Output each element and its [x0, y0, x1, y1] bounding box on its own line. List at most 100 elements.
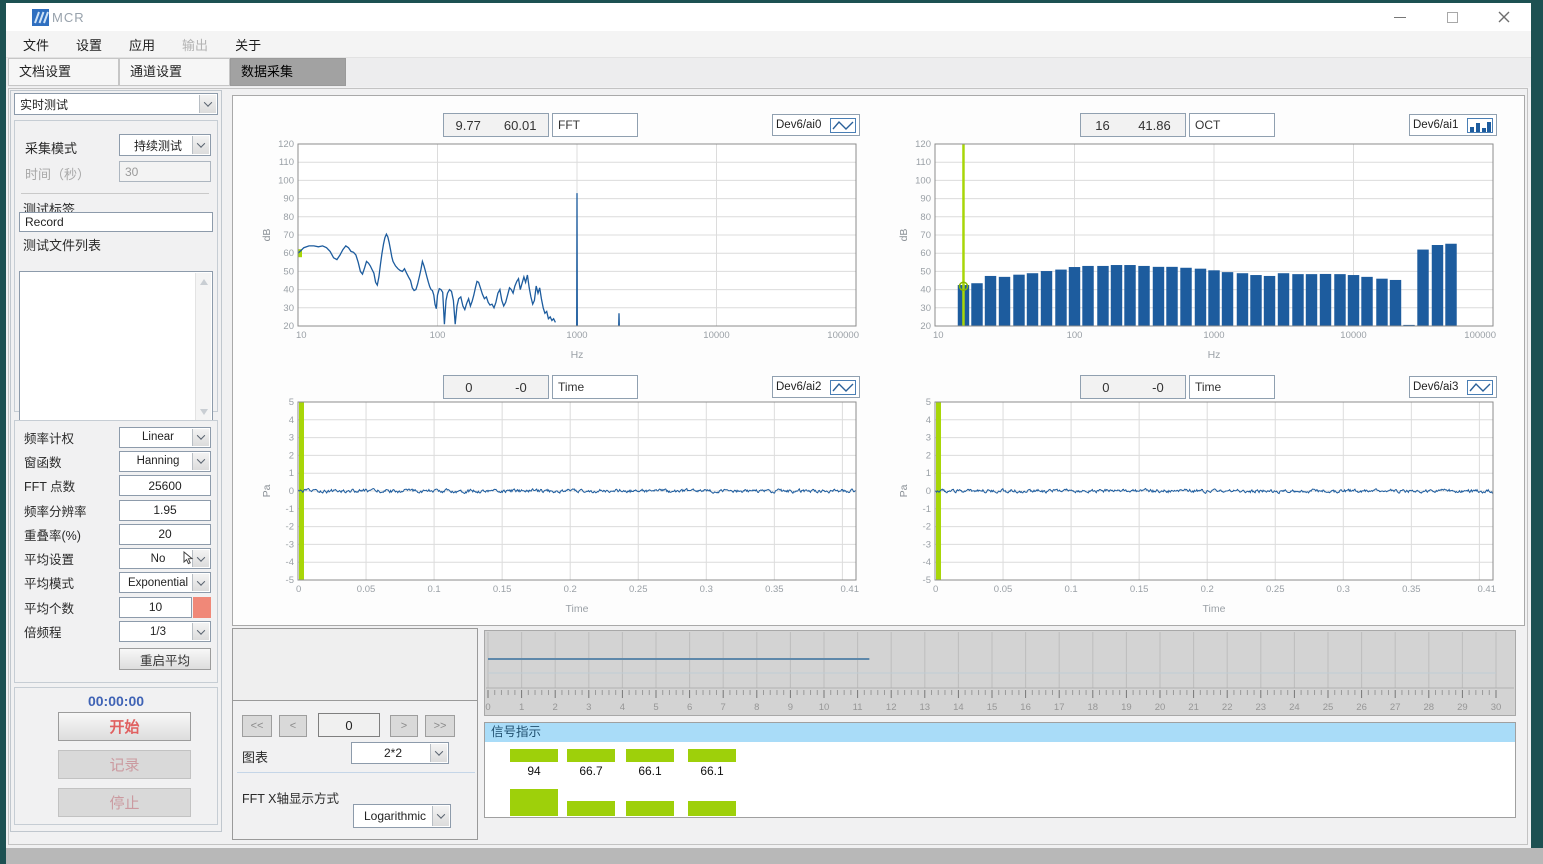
- signal-channel-4: 66.1: [688, 723, 736, 819]
- time-ai2-plot[interactable]: -5-4-3-2-101234500.050.10.150.20.250.30.…: [260, 398, 862, 616]
- analysis-input-5[interactable]: 20: [119, 524, 211, 545]
- restart-average-button[interactable]: 重启平均: [119, 648, 211, 670]
- oct-plot[interactable]: 2030405060708090100110120101001000100001…: [897, 140, 1499, 362]
- channel-box[interactable]: Dev6/ai1: [1409, 114, 1497, 136]
- svg-text:100: 100: [430, 330, 446, 341]
- maximize-button[interactable]: [1441, 8, 1463, 26]
- tab-3[interactable]: 数据采集: [230, 58, 346, 86]
- pager-next-button[interactable]: >: [390, 715, 418, 737]
- analysis-input-4[interactable]: 1.95: [119, 500, 211, 521]
- start-button[interactable]: 开始: [58, 712, 191, 741]
- time-ai3-plot[interactable]: -5-4-3-2-101234500.050.10.150.20.250.30.…: [897, 398, 1499, 616]
- pager-first-button[interactable]: <<: [242, 715, 272, 737]
- svg-text:dB: dB: [261, 229, 273, 242]
- svg-text:0: 0: [933, 584, 938, 595]
- svg-text:29: 29: [1457, 702, 1468, 713]
- svg-text:0.3: 0.3: [1337, 584, 1350, 595]
- svg-text:0.3: 0.3: [700, 584, 713, 595]
- svg-text:70: 70: [283, 230, 294, 241]
- svg-text:20: 20: [1155, 702, 1166, 713]
- svg-text:2: 2: [289, 450, 294, 461]
- signal-peak-bar: [510, 789, 558, 816]
- svg-text:10000: 10000: [703, 330, 729, 341]
- acquisition-groupbox: 采集模式 持续测试 时间（秒） 30 测试标签 Record 测试文件列表: [14, 120, 218, 412]
- fft-xaxis-select[interactable]: Logarithmic: [353, 804, 451, 828]
- plot-type-box[interactable]: Time: [552, 375, 638, 399]
- cursor-readout-value: 0: [1102, 380, 1109, 395]
- scroll-down-icon[interactable]: [200, 409, 208, 415]
- menu-item-2[interactable]: 设置: [76, 35, 102, 54]
- cursor-readout-value: 60.01: [504, 118, 537, 133]
- fft-xaxis-label: FFT X轴显示方式: [242, 788, 339, 807]
- svg-text:100: 100: [915, 175, 931, 186]
- test-file-listbox[interactable]: [19, 271, 213, 423]
- fft-plot[interactable]: 2030405060708090100110120101001000100001…: [260, 140, 862, 362]
- svg-text:Pa: Pa: [261, 484, 273, 497]
- analysis-row: 频率计权Linear: [15, 425, 217, 449]
- svg-text:60: 60: [920, 248, 931, 259]
- bottom-strip: [6, 848, 1543, 864]
- line-icon: [830, 118, 856, 133]
- channel-label: Dev6/ai2: [776, 381, 821, 393]
- svg-text:3: 3: [586, 702, 591, 713]
- svg-text:2: 2: [926, 450, 931, 461]
- plot-type-box[interactable]: OCT: [1189, 113, 1275, 137]
- svg-text:4: 4: [289, 415, 294, 426]
- cursor-readout-value: 16: [1095, 118, 1109, 133]
- svg-text:10: 10: [819, 702, 830, 713]
- pager-last-button[interactable]: >>: [425, 715, 455, 737]
- svg-text:10: 10: [296, 330, 307, 341]
- test-tag-input[interactable]: Record: [19, 212, 213, 232]
- channel-box[interactable]: Dev6/ai0: [772, 114, 860, 136]
- title-bar: MCR: [6, 3, 1531, 31]
- test-mode-select[interactable]: 实时测试: [14, 93, 218, 115]
- record-button[interactable]: 记录: [58, 750, 191, 779]
- acq-time-input[interactable]: 30: [119, 161, 211, 182]
- analysis-input-8[interactable]: 10: [119, 597, 192, 618]
- analysis-select-9[interactable]: 1/3: [119, 621, 211, 642]
- channel-box[interactable]: Dev6/ai3: [1409, 376, 1497, 398]
- close-button[interactable]: [1493, 8, 1515, 26]
- svg-text:40: 40: [283, 285, 294, 296]
- minimize-button[interactable]: [1389, 8, 1411, 26]
- svg-text:0.2: 0.2: [564, 584, 577, 595]
- chart-layout-value: 2*2: [384, 746, 416, 760]
- analysis-row-label: 频率计权: [24, 428, 119, 447]
- analysis-row-label: 倍频程: [24, 622, 119, 641]
- svg-text:23: 23: [1256, 702, 1267, 713]
- acq-mode-select[interactable]: 持续测试: [119, 134, 211, 156]
- scroll-up-icon[interactable]: [200, 279, 208, 285]
- menu-item-3[interactable]: 应用: [129, 35, 155, 54]
- analysis-row: 倍频程 1/3: [15, 619, 217, 643]
- page-number-display[interactable]: 0: [318, 713, 380, 737]
- tab-1[interactable]: 文档设置: [8, 58, 119, 86]
- analysis-select-6[interactable]: No: [119, 548, 211, 569]
- plot-type-box[interactable]: Time: [1189, 375, 1275, 399]
- svg-text:0.35: 0.35: [765, 584, 784, 595]
- analysis-select-value: 1/3: [150, 626, 180, 638]
- svg-text:9: 9: [788, 702, 793, 713]
- stop-button[interactable]: 停止: [58, 788, 191, 817]
- cursor-readout-box: 0-0: [443, 375, 549, 399]
- analysis-select-2[interactable]: Hanning: [119, 451, 211, 472]
- signal-peak-bar: [626, 801, 674, 816]
- mouse-cursor-icon: [182, 551, 194, 565]
- signal-level-bar: [567, 749, 615, 762]
- chart-layout-select[interactable]: 2*2: [351, 742, 449, 764]
- channel-box[interactable]: Dev6/ai2: [772, 376, 860, 398]
- svg-text:19: 19: [1121, 702, 1132, 713]
- display-controls-box: << < 0 > >> 图表 2*2 FFT X轴显示方式 Logarithmi…: [232, 628, 478, 840]
- analysis-row: 重叠率(%)20: [15, 522, 217, 546]
- pager-prev-button[interactable]: <: [279, 715, 307, 737]
- svg-text:6: 6: [687, 702, 692, 713]
- menu-item-5[interactable]: 关于: [235, 35, 261, 54]
- analysis-input-3[interactable]: 25600: [119, 475, 211, 496]
- tab-2[interactable]: 通道设置: [119, 58, 230, 86]
- signal-level-value: 66.7: [567, 764, 615, 778]
- scrollbar[interactable]: [195, 273, 211, 421]
- channel-label: Dev6/ai3: [1413, 381, 1458, 393]
- analysis-select-1[interactable]: Linear: [119, 427, 211, 448]
- analysis-select-7[interactable]: Exponential: [119, 572, 211, 593]
- menu-item-1[interactable]: 文件: [23, 35, 49, 54]
- plot-type-box[interactable]: FFT: [552, 113, 638, 137]
